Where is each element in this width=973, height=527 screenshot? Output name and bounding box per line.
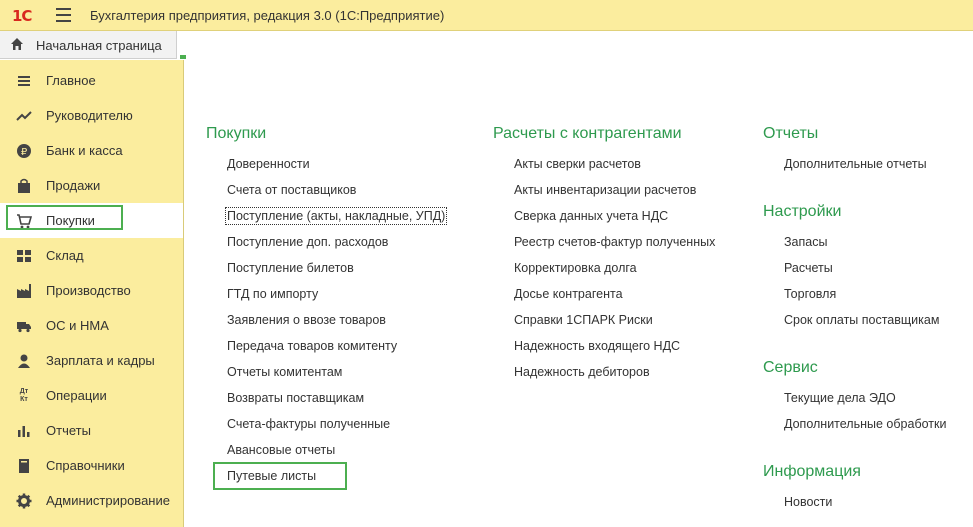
sidebar-item-directories[interactable]: Справочники	[0, 448, 183, 483]
sidebar-item-label: Администрирование	[46, 493, 170, 508]
title-bar: 1С Бухгалтерия предприятия, редакция 3.0…	[0, 0, 973, 31]
trend-icon	[16, 111, 32, 121]
bag-icon	[18, 178, 30, 193]
person-icon	[18, 354, 30, 368]
hamburger-menu-icon[interactable]	[56, 8, 71, 22]
link-incoming-vat-reliability[interactable]: Надежность входящего НДС	[514, 339, 680, 353]
menu-icon	[18, 76, 30, 86]
sidebar-item-label: Зарплата и кадры	[46, 353, 155, 368]
bar-chart-icon	[18, 426, 30, 437]
active-tab-indicator	[180, 55, 186, 59]
link-invoice-register[interactable]: Реестр счетов-фактур полученных	[514, 235, 715, 249]
section-title-reports: Отчеты	[763, 125, 819, 142]
link-vat-reconciliation[interactable]: Сверка данных учета НДС	[514, 209, 668, 223]
highlight-frame	[6, 205, 123, 230]
section-title-service: Сервис	[763, 359, 818, 376]
section-title-settings: Настройки	[763, 203, 842, 220]
ruble-icon: ₽	[17, 144, 31, 158]
link-goods-to-principal[interactable]: Передача товаров комитенту	[227, 339, 397, 353]
link-trade[interactable]: Торговля	[784, 287, 836, 301]
sidebar-item-salary[interactable]: Зарплата и кадры	[0, 343, 183, 378]
tab-home[interactable]: Начальная страница	[0, 31, 177, 59]
sidebar-item-label: Справочники	[46, 458, 125, 473]
sidebar-item-label: Производство	[46, 283, 131, 298]
link-reconciliation-acts[interactable]: Акты сверки расчетов	[514, 157, 641, 171]
link-supplier-returns[interactable]: Возвраты поставщикам	[227, 391, 364, 405]
link-power-of-attorney[interactable]: Доверенности	[227, 157, 310, 171]
sidebar-item-label: Продажи	[46, 178, 101, 193]
sidebar-item-sales[interactable]: Продажи	[0, 168, 183, 203]
svg-text:₽: ₽	[21, 147, 28, 158]
link-news[interactable]: Новости	[784, 495, 832, 509]
highlight-frame	[213, 462, 347, 490]
link-debtor-reliability[interactable]: Надежность дебиторов	[514, 365, 650, 379]
link-advance-reports[interactable]: Авансовые отчеты	[227, 443, 335, 457]
link-principal-reports[interactable]: Отчеты комитентам	[227, 365, 342, 379]
home-icon	[11, 38, 23, 50]
link-stocks[interactable]: Запасы	[784, 235, 827, 249]
sidebar-item-label: Склад	[46, 248, 84, 263]
book-icon	[19, 459, 29, 473]
sidebar-item-bank[interactable]: ₽ Банк и касса	[0, 133, 183, 168]
tab-bar: Начальная страница	[0, 31, 973, 60]
link-additional-reports[interactable]: Дополнительные отчеты	[784, 157, 927, 171]
sidebar-item-operations[interactable]: Дт Кт Операции	[0, 378, 183, 413]
sidebar-item-label: Отчеты	[46, 423, 91, 438]
link-edo-tasks[interactable]: Текущие дела ЭДО	[784, 391, 896, 405]
tab-home-label: Начальная страница	[36, 38, 162, 53]
sidebar-item-admin[interactable]: Администрирование	[0, 483, 183, 518]
sidebar-item-production[interactable]: Производство	[0, 273, 183, 308]
link-received-invoices[interactable]: Счета-фактуры полученные	[227, 417, 390, 431]
sidebar-item-fixed-assets[interactable]: ОС и НМА	[0, 308, 183, 343]
link-import-statements[interactable]: Заявления о ввозе товаров	[227, 313, 386, 327]
app-title: Бухгалтерия предприятия, редакция 3.0 (1…	[90, 8, 445, 23]
sidebar-item-label: Руководителю	[46, 108, 133, 123]
sidebar-item-reports[interactable]: Отчеты	[0, 413, 183, 448]
sidebar: Главное Руководителю ₽ Банк и касса Прод…	[0, 60, 184, 527]
sidebar-item-label: Операции	[46, 388, 107, 403]
main-content: Покупки Доверенности Счета от поставщико…	[184, 60, 973, 527]
link-customs-import[interactable]: ГТД по импорту	[227, 287, 318, 301]
app-logo: 1С	[12, 7, 32, 25]
grid-icon	[17, 250, 31, 262]
gear-icon	[16, 493, 32, 509]
section-title-settlements: Расчеты с контрагентами	[493, 125, 682, 142]
factory-icon	[17, 284, 31, 298]
sidebar-item-label: ОС и НМА	[46, 318, 109, 333]
sidebar-item-manager[interactable]: Руководителю	[0, 98, 183, 133]
sidebar-item-purchases[interactable]: Покупки	[0, 203, 183, 238]
link-additional-processing[interactable]: Дополнительные обработки	[784, 417, 946, 431]
dt-kt-icon: Дт Кт	[19, 388, 29, 403]
link-settlements-settings[interactable]: Расчеты	[784, 261, 833, 275]
sidebar-item-label: Главное	[46, 73, 96, 88]
truck-icon	[17, 322, 31, 333]
link-payment-terms[interactable]: Срок оплаты поставщикам	[784, 313, 939, 327]
section-title-purchases: Покупки	[206, 125, 267, 142]
section-title-info: Информация	[763, 463, 861, 480]
sidebar-item-main[interactable]: Главное	[0, 63, 183, 98]
link-receipt-acts[interactable]: Поступление (акты, накладные, УПД)	[224, 207, 448, 225]
link-spark-risks[interactable]: Справки 1СПАРК Риски	[514, 313, 653, 327]
link-debt-adjustment[interactable]: Корректировка долга	[514, 261, 637, 275]
sidebar-item-label: Банк и касса	[46, 143, 123, 158]
link-receipt-extra-costs[interactable]: Поступление доп. расходов	[227, 235, 388, 249]
sidebar-item-warehouse[interactable]: Склад	[0, 238, 183, 273]
link-receipt-tickets[interactable]: Поступление билетов	[227, 261, 354, 275]
link-counterparty-dossier[interactable]: Досье контрагента	[514, 287, 623, 301]
link-supplier-invoices[interactable]: Счета от поставщиков	[227, 183, 356, 197]
link-inventory-acts[interactable]: Акты инвентаризации расчетов	[514, 183, 696, 197]
